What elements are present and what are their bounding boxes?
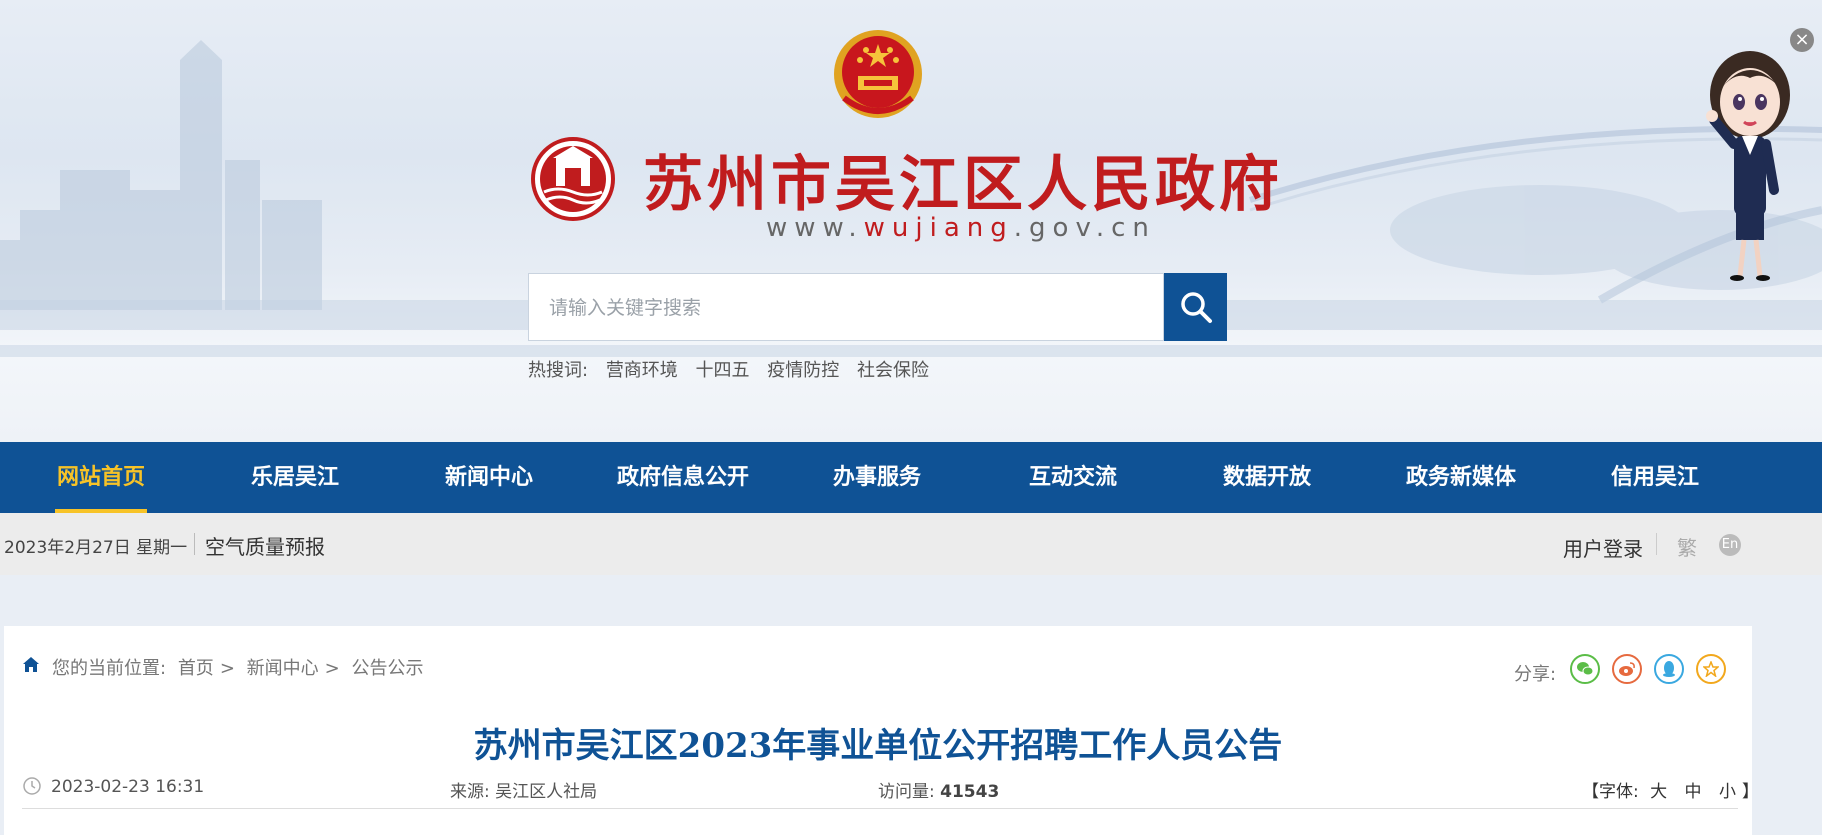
search-box xyxy=(528,273,1164,342)
traditional-chinese-link[interactable]: 繁 xyxy=(1677,532,1697,561)
share-favorite-button[interactable] xyxy=(1696,654,1726,684)
font-size-small[interactable]: 小 xyxy=(1719,782,1736,802)
favorite-icon xyxy=(1703,661,1719,677)
font-size-control: 【字体: 大 中 小】 xyxy=(1582,777,1759,802)
share-label: 分享: xyxy=(1514,664,1557,685)
nav-item-living[interactable]: 乐居吴江 xyxy=(244,442,346,513)
share-qq-button[interactable] xyxy=(1654,654,1684,684)
user-login-link[interactable]: 用户登录 xyxy=(1563,533,1643,562)
current-date: 2023年2月27日 星期一 xyxy=(4,538,188,558)
breadcrumb-notices[interactable]: 公告公示 xyxy=(351,658,423,679)
hot-search-label: 热搜词: xyxy=(528,360,589,381)
hot-word[interactable]: 营商环境 xyxy=(606,360,678,381)
nav-item-credit[interactable]: 信用吴江 xyxy=(1604,442,1706,513)
english-link[interactable]: En xyxy=(1719,534,1741,556)
nav-item-interaction[interactable]: 互动交流 xyxy=(1022,442,1124,513)
breadcrumb-separator: > xyxy=(324,658,340,679)
breadcrumb-news[interactable]: 新闻中心 xyxy=(247,658,319,679)
site-url: www.wujiang.gov.cn xyxy=(766,213,1156,243)
nav-item-services[interactable]: 办事服务 xyxy=(826,442,928,513)
national-emblem-icon xyxy=(834,30,922,118)
search-icon xyxy=(1180,292,1212,323)
nav-item-new-media[interactable]: 政务新媒体 xyxy=(1398,442,1524,513)
qq-icon xyxy=(1663,661,1675,677)
divider xyxy=(194,533,195,555)
nav-item-news[interactable]: 新闻中心 xyxy=(438,442,540,513)
hot-word[interactable]: 十四五 xyxy=(696,360,750,381)
source-value: 吴江区人社局 xyxy=(495,782,598,802)
font-size-medium[interactable]: 中 xyxy=(1685,782,1702,802)
breadcrumb-home[interactable]: 首页 xyxy=(178,658,214,679)
article-source: 来源: 吴江区人社局 xyxy=(450,777,597,802)
nav-item-home[interactable]: 网站首页 xyxy=(55,442,147,513)
share-wechat-button[interactable] xyxy=(1570,654,1600,684)
wechat-icon xyxy=(1577,662,1594,676)
font-size-large[interactable]: 大 xyxy=(1650,782,1667,802)
header-banner: 苏州市吴江区人民政府 www.wujiang.gov.cn 热搜词: 营商环境 … xyxy=(0,0,1822,442)
site-title: 苏州市吴江区人民政府 xyxy=(643,150,1283,220)
font-size-label: 【字体: xyxy=(1582,782,1639,802)
info-bar: 2023年2月27日 星期一 空气质量预报 用户登录 繁 En xyxy=(0,513,1822,575)
breadcrumb: 您的当前位置: 首页 > 新闻中心 > 公告公示 xyxy=(52,654,429,680)
hot-word[interactable]: 疫情防控 xyxy=(767,360,839,381)
clock-icon xyxy=(23,777,41,795)
main-nav: 网站首页 乐居吴江 新闻中心 政府信息公开 办事服务 互动交流 数据开放 政务新… xyxy=(0,442,1822,513)
meta-divider xyxy=(22,808,1738,809)
home-icon xyxy=(23,657,39,672)
mascot-assistant-icon[interactable] xyxy=(1700,40,1810,290)
search-button[interactable] xyxy=(1164,273,1227,341)
breadcrumb-separator: > xyxy=(219,658,235,679)
article-panel: 您的当前位置: 首页 > 新闻中心 > 公告公示 分享: 苏州市吴江区2023年事业… xyxy=(4,626,1759,835)
air-quality-link[interactable]: 空气质量预报 xyxy=(205,531,325,560)
nav-item-open-data[interactable]: 数据开放 xyxy=(1216,442,1318,513)
font-size-bracket-close: 】 xyxy=(1741,782,1759,802)
search-input[interactable] xyxy=(529,274,1111,342)
close-mascot-button[interactable]: × xyxy=(1790,28,1814,52)
breadcrumb-label: 您的当前位置: xyxy=(52,658,167,679)
divider xyxy=(1656,533,1657,555)
views-label: 访问量: xyxy=(878,782,935,802)
publish-datetime: 2023-02-23 16:31 xyxy=(51,777,205,797)
article-views: 访问量: 41543 xyxy=(878,777,999,802)
share-weibo-button[interactable] xyxy=(1612,654,1642,684)
nav-item-gov-info[interactable]: 政府信息公开 xyxy=(608,442,758,513)
source-label: 来源: xyxy=(450,782,490,802)
weibo-icon xyxy=(1619,662,1635,676)
article-title: 苏州市吴江区2023年事业单位公开招聘工作人员公告 xyxy=(473,726,1283,766)
hot-word[interactable]: 社会保险 xyxy=(857,360,929,381)
hot-search-words: 热搜词: 营商环境 十四五 疫情防控 社会保险 xyxy=(528,356,941,382)
wujiang-logo-icon xyxy=(531,137,615,221)
views-count: 41543 xyxy=(940,782,1000,802)
